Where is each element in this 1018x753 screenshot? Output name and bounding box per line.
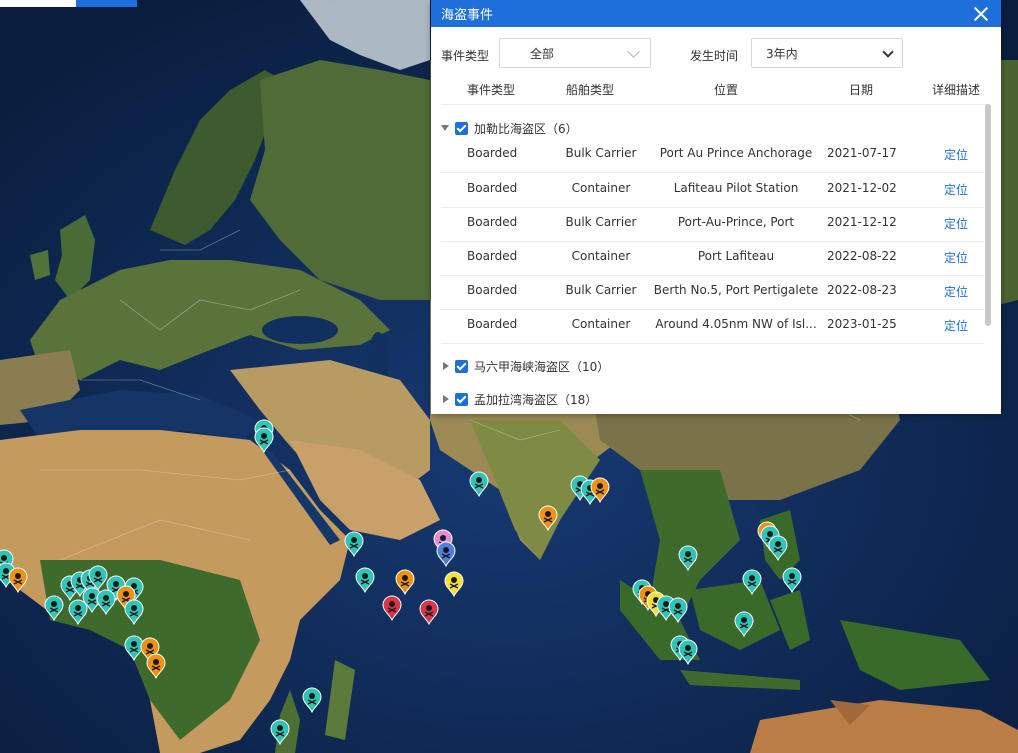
caret-down-icon[interactable] [441, 125, 449, 131]
cell-date: 2021-07-17 [827, 146, 897, 160]
cell-location: Port Lafiteau [697, 249, 775, 263]
filter-bar: 事件类型 全部 发生时间 3年内 [431, 38, 1001, 70]
table-row: Boarded Container Port Lafiteau 2022-08-… [441, 241, 984, 276]
cell-type: Boarded [467, 317, 518, 331]
cell-ship: Bulk Carrier [565, 215, 637, 229]
cell-type: Boarded [467, 283, 518, 297]
table-row: Boarded Container Around 4.05nm NW of Is… [441, 309, 984, 344]
caret-right-icon[interactable] [443, 395, 449, 403]
close-icon[interactable] [973, 6, 989, 22]
panel-title: 海盗事件 [441, 8, 494, 23]
table-row: Boarded Bulk Carrier Port-Au-Prince, Por… [441, 207, 984, 242]
divider [441, 104, 987, 105]
cell-type: Boarded [467, 181, 518, 195]
group-checkbox[interactable] [455, 392, 468, 406]
group-label: 孟加拉湾海盗区（18） [474, 392, 598, 407]
cell-type: Boarded [467, 215, 518, 229]
event-type-select[interactable]: 全部 [499, 38, 651, 68]
cell-ship: Container [571, 317, 631, 331]
map-search-input[interactable] [0, 0, 76, 7]
cell-ship: Bulk Carrier [565, 283, 637, 297]
chevron-down-icon [882, 46, 894, 58]
col-date: 日期 [849, 83, 874, 97]
cell-location: Around 4.05nm NW of Isl... [655, 317, 817, 331]
map-search-button[interactable] [76, 0, 137, 7]
group-checkbox[interactable] [455, 121, 468, 135]
group-label: 马六甲海峡海盗区（10） [474, 359, 610, 374]
cell-date: 2021-12-02 [827, 181, 897, 195]
cell-ship: Container [571, 249, 631, 263]
cell-location: Port-Au-Prince, Port [677, 215, 795, 229]
cell-type: Boarded [467, 146, 518, 160]
chevron-down-icon [627, 45, 640, 58]
table-row: Boarded Bulk Carrier Berth No.5, Port Pe… [441, 275, 984, 310]
group-label: 加勒比海盗区（6） [474, 121, 578, 136]
cell-location: Berth No.5, Port Pertigalete [653, 283, 819, 297]
cell-date: 2022-08-22 [827, 249, 897, 263]
locate-link[interactable]: 定位 [944, 283, 968, 300]
occur-time-value: 3年内 [766, 46, 798, 61]
group-caribbean[interactable]: 加勒比海盗区（6） [441, 117, 578, 139]
occur-time-label: 发生时间 [690, 49, 739, 63]
cell-date: 2021-12-12 [827, 215, 897, 229]
col-details: 详细描述 [932, 83, 981, 97]
event-type-value: 全部 [530, 46, 555, 61]
cell-ship: Bulk Carrier [565, 146, 637, 160]
scrollbar[interactable] [985, 104, 991, 326]
group-bengal[interactable]: 孟加拉湾海盗区（18） [441, 388, 597, 410]
locate-link[interactable]: 定位 [944, 317, 968, 334]
group-checkbox[interactable] [455, 359, 468, 373]
col-ship-type: 船舶类型 [566, 83, 615, 97]
caret-right-icon[interactable] [443, 362, 449, 370]
cell-date: 2022-08-23 [827, 283, 897, 297]
group-malacca[interactable]: 马六甲海峡海盗区（10） [441, 355, 609, 377]
cell-location: Port Au Prince Anchorage [659, 146, 813, 160]
cell-ship: Container [571, 181, 631, 195]
table-row: Boarded Bulk Carrier Port Au Prince Anch… [441, 138, 984, 173]
locate-link[interactable]: 定位 [944, 181, 968, 198]
occur-time-select[interactable]: 3年内 [751, 38, 903, 68]
table-row: Boarded Container Lafiteau Pilot Station… [441, 173, 984, 208]
col-location: 位置 [714, 83, 739, 97]
locate-link[interactable]: 定位 [944, 215, 968, 232]
cell-date: 2023-01-25 [827, 317, 897, 331]
panel-header: 海盗事件 [431, 0, 1001, 27]
cell-type: Boarded [467, 249, 518, 263]
piracy-events-panel: 海盗事件 事件类型 全部 发生时间 3年内 事件类型 船舶类型 位置 日期 详细… [431, 0, 1001, 414]
col-event-type: 事件类型 [467, 83, 516, 97]
cell-location: Lafiteau Pilot Station [673, 181, 799, 195]
locate-link[interactable]: 定位 [944, 146, 968, 163]
locate-link[interactable]: 定位 [944, 249, 968, 266]
table-header: 事件类型 船舶类型 位置 日期 详细描述 [431, 78, 1001, 100]
event-type-label: 事件类型 [441, 49, 490, 63]
